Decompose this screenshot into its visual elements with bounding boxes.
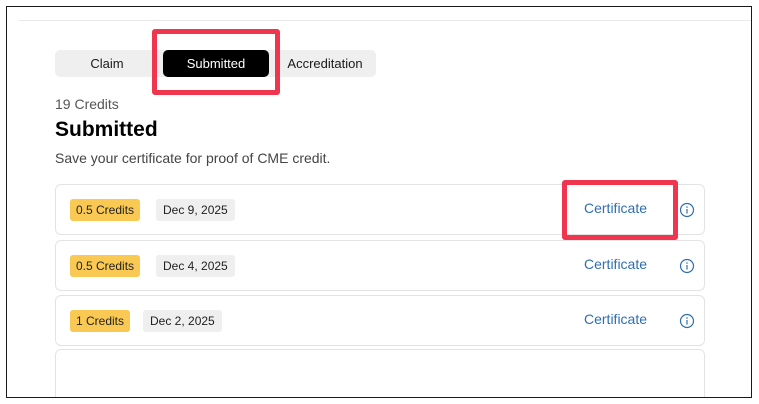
date-badge: Dec 4, 2025 (156, 255, 235, 277)
credits-badge: 0.5 Credits (70, 199, 141, 221)
tab-accreditation[interactable]: Accreditation (275, 50, 375, 77)
certificate-link[interactable]: Certificate (584, 311, 647, 327)
app-window: Claim Submitted Accreditation 19 Credits… (6, 6, 752, 398)
info-circle-icon[interactable] (679, 202, 695, 218)
certificate-link[interactable]: Certificate (584, 256, 647, 272)
list-item: 1 Credits Dec 2, 2025 Certificate (55, 295, 705, 346)
list-item (55, 349, 705, 397)
list-item: 0.5 Credits Dec 4, 2025 Certificate (55, 240, 705, 291)
info-circle-icon[interactable] (679, 313, 695, 329)
credits-badge: 0.5 Credits (70, 255, 141, 277)
date-badge: Dec 2, 2025 (143, 310, 222, 332)
info-circle-icon[interactable] (679, 258, 695, 274)
page-title: Submitted (55, 118, 158, 141)
credits-badge: 1 Credits (70, 310, 131, 332)
tab-submitted[interactable]: Submitted (163, 50, 269, 77)
date-badge: Dec 9, 2025 (156, 199, 235, 221)
top-divider (19, 20, 751, 21)
certificate-link[interactable]: Certificate (584, 200, 647, 216)
tab-claim[interactable]: Claim (55, 50, 159, 77)
list-item: 0.5 Credits Dec 9, 2025 Certificate (55, 184, 705, 235)
credits-total: 19 Credits (55, 96, 119, 112)
segmented-tabs: Claim Submitted Accreditation (55, 50, 376, 77)
page-subtitle: Save your certificate for proof of CME c… (55, 150, 331, 166)
